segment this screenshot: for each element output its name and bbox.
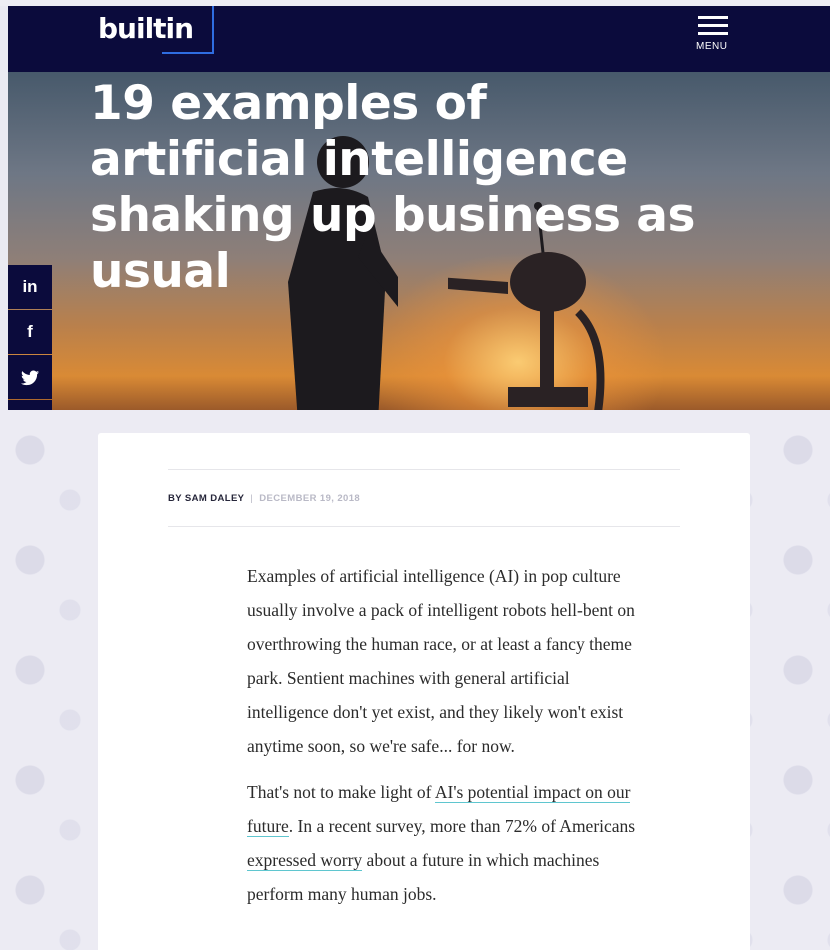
builtin-logo[interactable]: builtin <box>96 6 214 54</box>
byline-separator: | <box>250 493 254 504</box>
menu-button[interactable]: MENU <box>694 14 734 54</box>
logo-bracket <box>162 6 214 54</box>
page-title: 19 examples of artificial intelligence s… <box>90 76 790 300</box>
hamburger-icon <box>698 16 728 19</box>
site-header: builtin MENU <box>8 6 830 72</box>
author-name[interactable]: BY SAM DALEY <box>168 493 244 504</box>
hamburger-icon-line2 <box>698 24 728 27</box>
title-line: artificial intelligence <box>90 132 628 187</box>
expressed-worry-link[interactable]: expressed worry <box>247 850 363 871</box>
menu-label: MENU <box>696 41 728 52</box>
article-body: Examples of artificial intelligence (AI)… <box>247 559 647 923</box>
paragraph-text: . In a recent survey, more than 72% of A… <box>288 816 636 836</box>
facebook-share-button[interactable]: f <box>8 310 52 354</box>
article-card: BY SAM DALEY | DECEMBER 19, 2018 Examples … <box>98 433 750 950</box>
title-line: 19 examples of <box>90 76 487 131</box>
publish-date: DECEMBER 19, 2018 <box>259 493 361 504</box>
linkedin-share-button[interactable]: in <box>8 265 52 309</box>
hamburger-icon-line3 <box>698 32 728 35</box>
twitter-icon <box>21 370 39 385</box>
page: builtin MENU 19 examples of artificial i… <box>0 0 830 950</box>
paragraph: That's not to make light of AI's potenti… <box>247 775 647 911</box>
title-line: shaking up business as <box>90 188 695 243</box>
article-byline: BY SAM DALEY | DECEMBER 19, 2018 <box>168 469 680 527</box>
paragraph-text: That's not to make light of <box>247 782 435 802</box>
facebook-icon: f <box>27 322 33 341</box>
linkedin-icon: in <box>22 277 38 296</box>
twitter-share-button[interactable] <box>8 355 52 399</box>
title-line: usual <box>90 244 231 299</box>
paragraph: Examples of artificial intelligence (AI)… <box>247 566 635 756</box>
